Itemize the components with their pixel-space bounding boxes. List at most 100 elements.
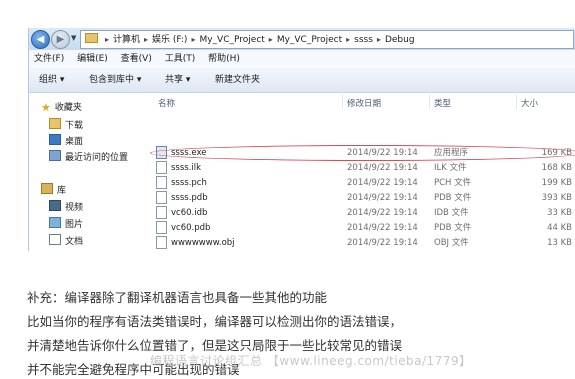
file-size: 33 KB <box>547 208 572 218</box>
folder-icon <box>85 33 98 43</box>
file-row-wwwwwww-obj[interactable]: wwwwwww.obj 2014/9/22 19:14 OBJ 文件 13 KB <box>149 236 575 251</box>
desktop-icon <box>49 134 61 145</box>
nav-favorites-label: 收藏夹 <box>54 103 82 113</box>
red-highlight-ellipse <box>150 145 575 161</box>
menu-tools[interactable]: 工具(T) <box>165 54 196 64</box>
file-icon <box>156 236 167 249</box>
file-type: PDB 文件 <box>434 223 472 233</box>
file-icon <box>156 221 167 234</box>
nav-pictures-label: 图片 <box>65 220 84 230</box>
chevron-right-icon: ▸ <box>346 35 351 44</box>
file-row-ssss-ilk[interactable]: ssss.ilk 2014/9/22 19:14 ILK 文件 168 KB <box>149 161 575 176</box>
file-type: ILK 文件 <box>434 163 467 173</box>
file-icon <box>156 161 167 174</box>
new-folder-button[interactable]: 新建文件夹 <box>215 68 260 92</box>
library-icon <box>41 183 53 194</box>
file-type: IDB 文件 <box>434 208 469 218</box>
file-size: 168 KB <box>541 163 572 173</box>
breadcrumb-project[interactable]: My_VC_Project <box>199 35 264 45</box>
file-name: vc60.pdb <box>171 223 211 233</box>
documents-library-icon <box>49 234 61 245</box>
video-library-icon <box>49 200 61 211</box>
file-icon <box>156 206 167 219</box>
file-icon <box>156 176 167 189</box>
nav-documents[interactable]: 文档 <box>49 234 83 248</box>
watermark-text: 编程语言讨论组汇总 【www.lineeg.com/tieba/1779】 <box>150 354 472 368</box>
file-size: 199 KB <box>541 178 572 188</box>
file-icon <box>156 191 167 204</box>
nav-download[interactable]: 下载 <box>49 118 83 132</box>
column-divider[interactable] <box>429 95 430 109</box>
nav-desktop-label: 桌面 <box>65 137 84 147</box>
column-divider[interactable] <box>516 95 517 109</box>
nav-desktop[interactable]: 桌面 <box>49 134 83 148</box>
nav-video[interactable]: 视频 <box>49 200 83 214</box>
file-size: 393 KB <box>541 193 572 203</box>
file-name: wwwwwww.obj <box>171 238 235 248</box>
menu-help[interactable]: 帮助(H) <box>208 54 240 64</box>
chevron-right-icon: ▸ <box>268 35 273 44</box>
share-button[interactable]: 共享 ▾ <box>165 68 190 92</box>
address-bar[interactable]: ▸ 计算机 ▸ 娱乐 (F:) ▸ My_VC_Project ▸ My_VC_Project… <box>80 30 574 49</box>
breadcrumb-ssss[interactable]: ssss <box>354 35 373 45</box>
include-library-button[interactable]: 包含到库中 ▾ <box>89 68 141 92</box>
nav-favorites[interactable]: ★ 收藏夹 <box>41 101 82 115</box>
column-divider[interactable] <box>342 95 343 109</box>
nav-pictures[interactable]: 图片 <box>49 217 83 231</box>
file-name: vc60.idb <box>171 208 208 218</box>
file-list: 名称 修改日期 类型 大小 ssss.exe 2014/9/22 19:14 应… <box>149 93 575 251</box>
nav-library[interactable]: 库 <box>41 183 66 197</box>
menu-view[interactable]: 查看(V) <box>121 54 152 64</box>
organize-button[interactable]: 组织 ▾ <box>39 68 64 92</box>
address-bar-row: ◀ ▶ ▼ ▸ 计算机 ▸ 娱乐 (F:) ▸ My_VC_Project ▸ My_VC_P… <box>29 28 575 50</box>
file-date: 2014/9/22 19:14 <box>347 178 418 188</box>
nav-video-label: 视频 <box>65 203 84 213</box>
file-row-ssss-pdb[interactable]: ssss.pdb 2014/9/22 19:14 PDB 文件 393 KB <box>149 191 575 206</box>
download-folder-icon <box>49 118 61 129</box>
forward-button[interactable]: ▶ <box>51 30 70 49</box>
back-button[interactable]: ◀ <box>31 30 50 49</box>
menu-file[interactable]: 文件(F) <box>34 54 64 64</box>
file-size: 13 KB <box>547 238 572 248</box>
file-date: 2014/9/22 19:14 <box>347 193 418 203</box>
file-type: PCH 文件 <box>434 178 472 188</box>
file-size: 44 KB <box>547 223 572 233</box>
file-date: 2014/9/22 19:14 <box>347 238 418 248</box>
column-header-type[interactable]: 类型 <box>434 97 451 109</box>
nav-download-label: 下载 <box>65 121 84 131</box>
chevron-right-icon: ▸ <box>376 35 381 44</box>
breadcrumb-project-sub[interactable]: My_VC_Project <box>277 35 342 45</box>
file-row-vc60-pdb[interactable]: vc60.pdb 2014/9/22 19:14 PDB 文件 44 KB <box>149 221 575 236</box>
nav-library-label: 库 <box>57 186 67 196</box>
menu-bar: 文件(F) 编辑(E) 查看(V) 工具(T) 帮助(H) <box>29 50 575 68</box>
star-icon: ★ <box>41 101 51 114</box>
breadcrumb-debug[interactable]: Debug <box>385 35 415 45</box>
nav-recent[interactable]: 最近访问的位置 <box>49 150 128 164</box>
file-name: ssss.pch <box>171 178 207 188</box>
column-header-size[interactable]: 大小 <box>521 97 538 109</box>
nav-documents-label: 文档 <box>65 237 84 247</box>
recent-places-icon <box>49 150 61 161</box>
column-header-name[interactable]: 名称 <box>158 97 175 109</box>
file-type: PDB 文件 <box>434 193 472 203</box>
file-name: ssss.pdb <box>171 193 208 203</box>
file-date: 2014/9/22 19:14 <box>347 223 418 233</box>
chevron-right-icon: ▸ <box>144 35 149 44</box>
column-header-date[interactable]: 修改日期 <box>347 97 381 109</box>
breadcrumb-computer[interactable]: 计算机 <box>113 35 140 45</box>
chevron-right-icon: ▸ <box>105 35 110 44</box>
breadcrumb-drive[interactable]: 娱乐 (F:) <box>152 35 187 45</box>
file-row-ssss-pch[interactable]: ssss.pch 2014/9/22 19:14 PCH 文件 199 KB <box>149 176 575 191</box>
nav-recent-label: 最近访问的位置 <box>65 153 129 163</box>
history-dropdown-icon[interactable]: ▼ <box>71 34 76 42</box>
file-date: 2014/9/22 19:14 <box>347 208 418 218</box>
file-row-vc60-idb[interactable]: vc60.idb 2014/9/22 19:14 IDB 文件 33 KB <box>149 206 575 221</box>
chevron-right-icon: ▸ <box>191 35 196 44</box>
paragraph-line-1: 补充：编译器除了翻译机器语言也具备一些其他的功能 <box>27 290 328 305</box>
explorer-window: ◀ ▶ ▼ ▸ 计算机 ▸ 娱乐 (F:) ▸ My_VC_Project ▸ My_VC_P… <box>28 28 575 251</box>
file-name: ssss.ilk <box>171 163 202 173</box>
menu-edit[interactable]: 编辑(E) <box>77 54 108 64</box>
file-date: 2014/9/22 19:14 <box>347 163 418 173</box>
paragraph-line-2: 比如当你的程序有语法类错误时，编译器可以检测出你的语法错误， <box>27 314 403 329</box>
back-arrow-icon: ◀ <box>36 34 45 45</box>
